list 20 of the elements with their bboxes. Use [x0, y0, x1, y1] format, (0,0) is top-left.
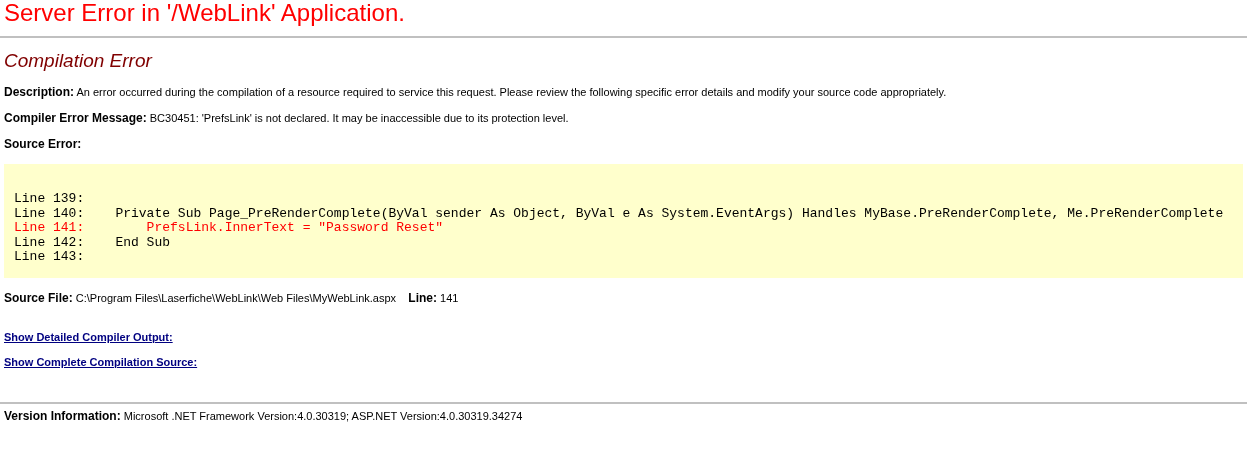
code-line: Line 140: Private Sub Page_PreRenderComplete(ByVal sender As Object, ByVal e As System.EventArgs) Handles MyBase.PreRenderComplete, Me.PreRenderComplete — [14, 206, 1225, 222]
field-label: Description: — [4, 85, 74, 99]
field-label: Line: — [408, 291, 437, 305]
field-value: Microsoft .NET Framework Version:4.0.30319; ASP.NET Version:4.0.30319.34274 — [123, 410, 523, 422]
field-value: 141 — [440, 292, 459, 304]
page-title: Server Error in '/WebLink' Application. — [4, 0, 406, 26]
error-heading: Compilation Error — [4, 50, 154, 72]
code-line: Line 139: — [14, 192, 86, 207]
toggle-link[interactable]: Show Complete Compilation Source: — [4, 356, 198, 368]
field-label: Version Information: — [4, 409, 121, 423]
field-value: An error occurred during the compilation of a resource required to service this request. Please review the following specific error details and modify your source code appropriately. — [76, 86, 947, 98]
code-line: Line 142: End Sub — [14, 235, 172, 251]
field-value: C:\Program Files\Laserfiche\WebLink\Web Files\MyWebLink.aspx — [75, 292, 397, 304]
field-value: BC30451: 'PrefsLink' is not declared. It may be inaccessible due to its protection level. — [149, 112, 569, 124]
field-label: Compiler Error Message: — [4, 111, 147, 125]
field-label: Source File: — [4, 291, 73, 305]
code-line: Line 143: — [14, 250, 86, 265]
toggle-link[interactable]: Show Detailed Compiler Output: — [4, 331, 173, 343]
section-label: Source Error: — [4, 137, 82, 151]
highlighted-code-line: Line 141: PrefsLink.InnerText = "Password Reset" — [14, 221, 445, 236]
